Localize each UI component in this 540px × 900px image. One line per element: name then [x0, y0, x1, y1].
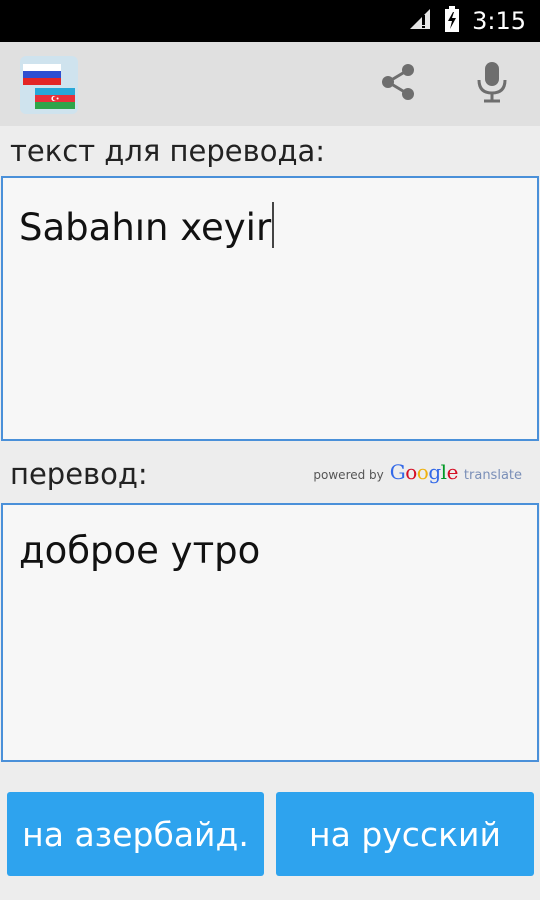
status-clock: 3:15 [472, 7, 526, 35]
status-icons: 3:15 [408, 5, 526, 37]
source-text-input[interactable]: Sabahın xeyir [1, 176, 539, 441]
translate-to-azerbaijani-button[interactable]: на азербайд. [7, 792, 264, 876]
share-button[interactable] [374, 60, 422, 108]
powered-by-text: powered by [313, 468, 384, 482]
google-letter: o [405, 460, 417, 484]
google-attribution: powered by Google translate [313, 460, 522, 484]
signal-icon [408, 7, 432, 36]
action-bar [0, 42, 540, 126]
output-label: перевод: [10, 457, 148, 491]
translate-text: translate [463, 468, 522, 483]
source-text: Sabahın xeyir [19, 206, 272, 249]
google-logo: Google [389, 460, 459, 484]
source-text-content: Sabahın xeyir [19, 202, 275, 249]
translate-to-russian-button[interactable]: на русский [276, 792, 534, 876]
google-letter: G [389, 460, 406, 484]
translation-text: доброе утро [19, 529, 261, 572]
translation-output[interactable]: доброе утро [1, 503, 539, 762]
microphone-icon [474, 60, 510, 109]
input-label: текст для перевода: [10, 134, 326, 168]
share-icon [378, 62, 418, 107]
google-letter: g [428, 460, 441, 484]
microphone-button[interactable] [468, 60, 516, 108]
text-caret [272, 202, 275, 248]
google-letter: o [416, 460, 429, 484]
app-flags-icon[interactable] [20, 56, 78, 114]
google-letter: e [446, 460, 459, 484]
status-bar: 3:15 [0, 0, 540, 42]
battery-icon [444, 5, 460, 37]
